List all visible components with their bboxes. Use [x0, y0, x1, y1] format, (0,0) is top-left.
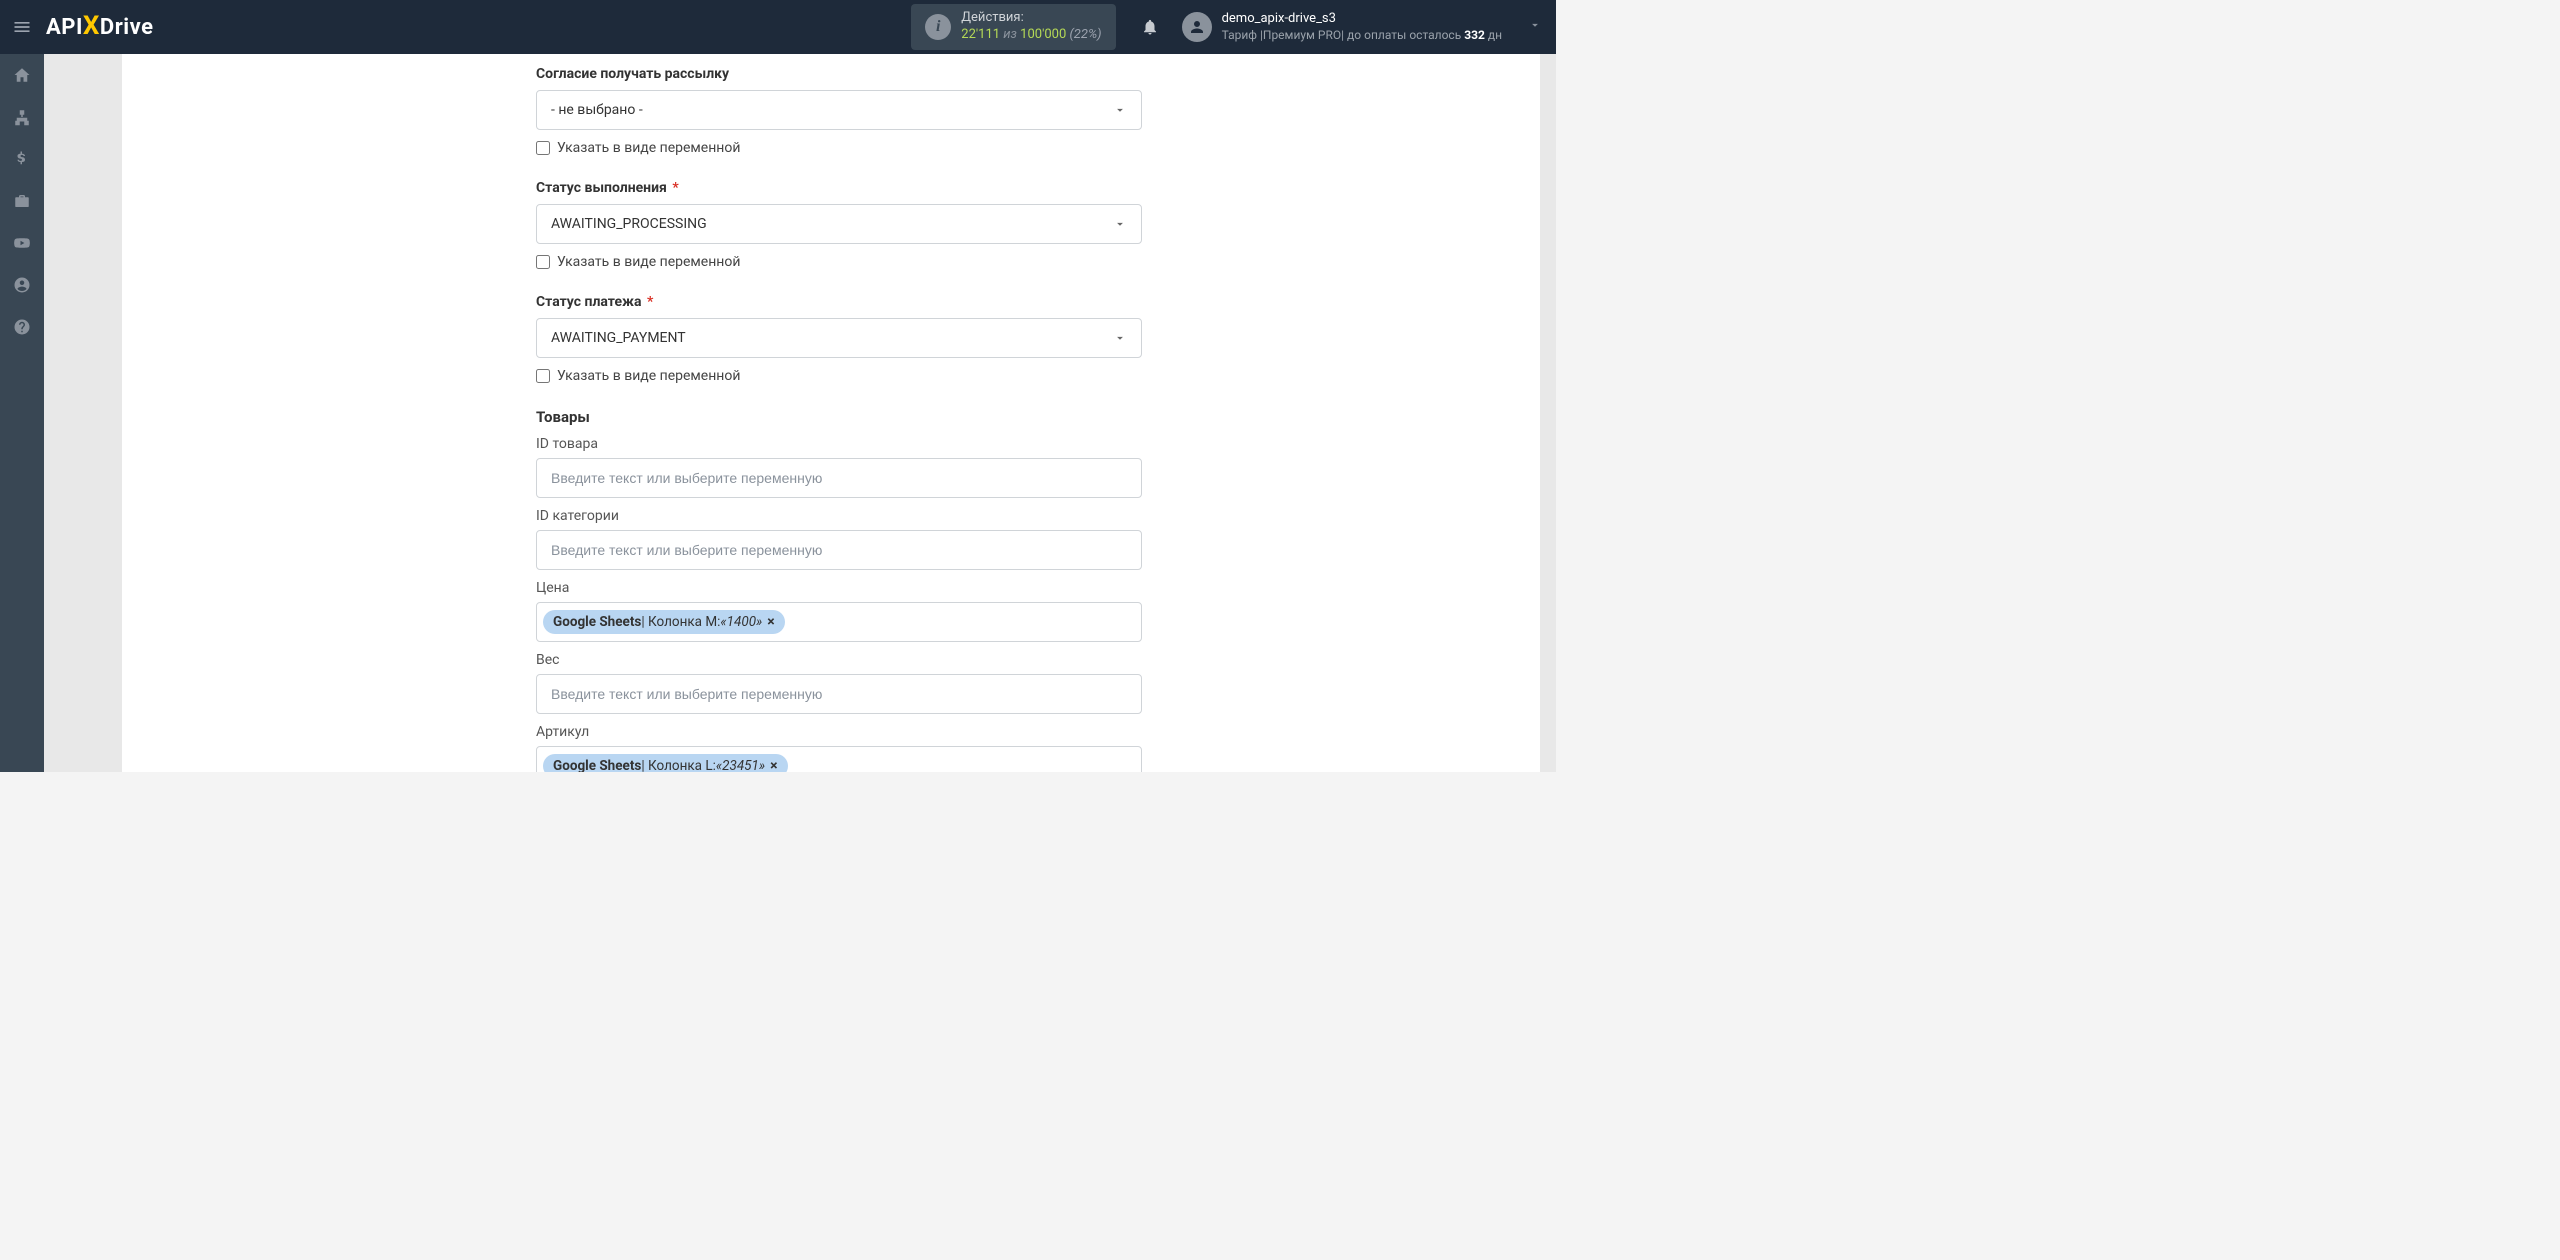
- logo-text-pre: API: [46, 15, 83, 40]
- sku-label: Артикул: [536, 724, 1142, 740]
- avatar: [1182, 12, 1212, 42]
- product-id-input[interactable]: [536, 458, 1142, 498]
- category-id-input[interactable]: [536, 530, 1142, 570]
- pay-status-value: AWAITING_PAYMENT: [551, 330, 686, 346]
- pay-as-var-label: Указать в виде переменной: [557, 368, 740, 384]
- consent-label: Согласие получать рассылку: [536, 66, 1142, 82]
- sidebar-item-video[interactable]: [0, 222, 44, 264]
- sidebar-item-connections[interactable]: [0, 96, 44, 138]
- form-panel: Согласие получать рассылку - не выбрано …: [122, 54, 1540, 772]
- user-circle-icon: [13, 276, 31, 294]
- sku-input[interactable]: Google Sheets | Колонка L: «23451» ×: [536, 746, 1142, 772]
- pay-status-select[interactable]: AWAITING_PAYMENT: [536, 318, 1142, 358]
- user-menu-caret[interactable]: [1514, 18, 1556, 36]
- sku-tag: Google Sheets | Колонка L: «23451» ×: [543, 754, 788, 772]
- menu-toggle-button[interactable]: [0, 0, 44, 54]
- youtube-icon: [13, 234, 31, 252]
- notifications-button[interactable]: [1130, 18, 1170, 36]
- help-icon: [13, 318, 31, 336]
- actions-counter[interactable]: i Действия: 22'111 из 100'000 (22%): [911, 4, 1115, 50]
- exec-as-var-row[interactable]: Указать в виде переменной: [536, 254, 1142, 270]
- chevron-down-icon: [1113, 103, 1127, 117]
- chevron-down-icon: [1113, 217, 1127, 231]
- sidebar-item-help[interactable]: [0, 306, 44, 348]
- exec-as-var-label: Указать в виде переменной: [557, 254, 740, 270]
- consent-value: - не выбрано -: [551, 102, 643, 118]
- exec-status-select[interactable]: AWAITING_PROCESSING: [536, 204, 1142, 244]
- consent-as-var-row[interactable]: Указать в виде переменной: [536, 140, 1142, 156]
- consent-as-var-label: Указать в виде переменной: [557, 140, 740, 156]
- sidebar-item-account[interactable]: [0, 264, 44, 306]
- sitemap-icon: [13, 108, 31, 126]
- product-id-label: ID товара: [536, 436, 1142, 452]
- price-tag: Google Sheets | Колонка M: «1400» ×: [543, 610, 785, 634]
- dollar-icon: [13, 150, 31, 168]
- sidebar-item-services[interactable]: [0, 180, 44, 222]
- tariff-line: Тариф |Премиум PRO| до оплаты осталось 3…: [1222, 28, 1502, 44]
- pay-as-var-checkbox[interactable]: [536, 369, 550, 383]
- price-input[interactable]: Google Sheets | Колонка M: «1400» ×: [536, 602, 1142, 642]
- sidebar: [0, 54, 44, 772]
- exec-as-var-checkbox[interactable]: [536, 255, 550, 269]
- hamburger-icon: [12, 17, 32, 37]
- briefcase-icon: [13, 192, 31, 210]
- field-pay-status: Статус платежа * AWAITING_PAYMENT Указат…: [536, 294, 1142, 384]
- sidebar-item-home[interactable]: [0, 54, 44, 96]
- price-label: Цена: [536, 580, 1142, 596]
- logo-text-post: Drive: [100, 15, 154, 40]
- home-icon: [13, 66, 31, 84]
- chevron-down-icon: [1528, 18, 1542, 32]
- info-icon: i: [925, 14, 951, 40]
- weight-label: Вес: [536, 652, 1142, 668]
- chevron-down-icon: [1113, 331, 1127, 345]
- main-content: Согласие получать рассылку - не выбрано …: [44, 54, 1556, 772]
- user-icon: [1188, 18, 1206, 36]
- bell-icon: [1141, 18, 1159, 36]
- category-id-label: ID категории: [536, 508, 1142, 524]
- field-exec-status: Статус выполнения * AWAITING_PROCESSING …: [536, 180, 1142, 270]
- consent-select[interactable]: - не выбрано -: [536, 90, 1142, 130]
- pay-as-var-row[interactable]: Указать в виде переменной: [536, 368, 1142, 384]
- pay-status-label: Статус платежа *: [536, 294, 1142, 310]
- tag-remove-icon[interactable]: ×: [770, 758, 777, 772]
- exec-status-value: AWAITING_PROCESSING: [551, 216, 707, 232]
- exec-status-label: Статус выполнения *: [536, 180, 1142, 196]
- user-menu[interactable]: demo_apix-drive_s3 Тариф |Премиум PRO| д…: [1170, 11, 1514, 43]
- username: demo_apix-drive_s3: [1222, 11, 1502, 28]
- app-header: API X Drive i Действия: 22'111 из 100'00…: [0, 0, 1556, 54]
- tag-remove-icon[interactable]: ×: [767, 614, 774, 630]
- field-consent: Согласие получать рассылку - не выбрано …: [536, 66, 1142, 156]
- actions-label: Действия:: [961, 10, 1101, 27]
- actions-value: 22'111 из 100'000 (22%): [961, 27, 1101, 44]
- products-header: Товары: [536, 408, 1142, 426]
- logo[interactable]: API X Drive: [46, 12, 153, 42]
- consent-as-var-checkbox[interactable]: [536, 141, 550, 155]
- logo-text-x: X: [83, 11, 100, 41]
- weight-input[interactable]: [536, 674, 1142, 714]
- sidebar-item-billing[interactable]: [0, 138, 44, 180]
